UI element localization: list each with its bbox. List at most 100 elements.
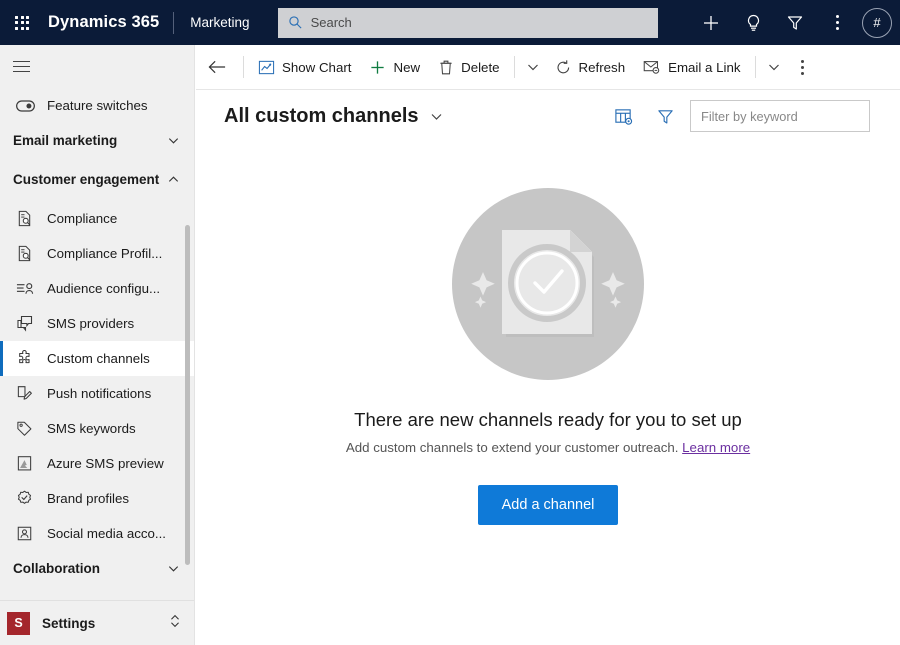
empty-state-title: There are new channels ready for you to … [354, 409, 742, 430]
app-name: Marketing [190, 15, 250, 30]
command-bar: Show Chart New Delete Refresh Email a Li… [196, 45, 900, 90]
sidebar-item-label: SMS keywords [47, 421, 136, 436]
command-button-label: Email a Link [668, 59, 741, 75]
chevron-down-icon [527, 64, 538, 71]
command-button-label: Refresh [578, 59, 626, 75]
chevron-down-icon [429, 109, 444, 124]
view-filter-button[interactable] [644, 98, 686, 134]
more-options-button[interactable] [816, 0, 858, 45]
sidebar-group-label: Email marketing [13, 132, 118, 148]
command-button-label: New [393, 59, 421, 75]
badge-check-icon [16, 490, 38, 507]
top-app-bar: Dynamics 365 Marketing Search # [0, 0, 900, 45]
keyword-filter-placeholder: Filter by keyword [701, 108, 798, 124]
new-button[interactable]: New [360, 45, 429, 89]
sidebar-item-audience-configuration[interactable]: Audience configu... [0, 271, 194, 306]
show-chart-button[interactable]: Show Chart [249, 45, 360, 89]
funnel-icon [787, 15, 803, 30]
sidebar-item-label: Compliance [47, 211, 118, 226]
hamburger-menu-icon [13, 60, 30, 73]
settings-tile-letter: S [14, 616, 23, 630]
audience-icon [16, 280, 38, 297]
sidebar-group-collaboration[interactable]: Collaboration [0, 551, 194, 585]
sidebar-item-push-notifications[interactable]: Push notifications [0, 376, 194, 411]
chart-icon [258, 59, 275, 76]
new-record-button[interactable] [690, 0, 732, 45]
sidebar-group-customer-engagement[interactable]: Customer engagement [0, 157, 194, 201]
sidebar-item-label: Compliance Profil... [47, 246, 163, 261]
page-title: All custom channels [224, 104, 419, 127]
sidebar-item-sms-keywords[interactable]: SMS keywords [0, 411, 194, 446]
sidebar-item-label: Azure SMS preview [47, 456, 164, 471]
sidebar: Feature switches Email marketing Custome… [0, 45, 195, 645]
empty-state: There are new channels ready for you to … [196, 150, 900, 620]
learn-more-link[interactable]: Learn more [682, 440, 750, 455]
refresh-button[interactable]: Refresh [546, 45, 635, 89]
sidebar-group-email-marketing[interactable]: Email marketing [0, 123, 194, 157]
sidebar-item-feature-switches[interactable]: Feature switches [0, 88, 194, 123]
azure-sms-icon [16, 455, 38, 472]
sidebar-item-label: Social media acco... [47, 526, 166, 541]
chevron-down-icon [768, 64, 779, 71]
avatar[interactable]: # [862, 7, 892, 38]
sidebar-nav: Feature switches Email marketing Custome… [0, 88, 194, 601]
search-input[interactable]: Search [277, 7, 658, 38]
keyword-filter-input[interactable]: Filter by keyword [690, 100, 870, 132]
sidebar-collapse-button[interactable] [0, 45, 194, 88]
delete-button[interactable]: Delete [429, 45, 508, 89]
puzzle-piece-icon [16, 350, 38, 367]
brand-title: Dynamics 365 [48, 13, 160, 31]
command-bar-more-button[interactable] [787, 45, 819, 89]
sidebar-item-compliance[interactable]: Compliance [0, 201, 194, 236]
edit-columns-icon [614, 108, 632, 125]
sidebar-item-label: Push notifications [47, 386, 152, 401]
chevron-down-icon [166, 562, 180, 575]
email-a-link-button[interactable]: Email a Link [634, 45, 749, 89]
command-button-label: Delete [461, 59, 500, 75]
back-button[interactable] [196, 45, 238, 89]
waffle-grid-icon [15, 15, 29, 30]
sidebar-item-azure-sms-preview[interactable]: Azure SMS preview [0, 446, 194, 481]
avatar-label: # [873, 15, 881, 30]
command-bar-divider [243, 56, 244, 78]
command-button-label: Show Chart [282, 59, 352, 75]
sidebar-item-custom-channels[interactable]: Custom channels [0, 341, 194, 376]
tag-icon [16, 420, 38, 437]
sidebar-item-brand-profiles[interactable]: Brand profiles [0, 481, 194, 516]
view-header-actions: Filter by keyword [602, 98, 870, 134]
sidebar-item-label: SMS providers [47, 316, 135, 331]
plus-green-icon [369, 59, 386, 76]
plus-icon [704, 15, 718, 30]
envelope-link-icon [643, 59, 661, 75]
funnel-icon [657, 109, 673, 124]
arrow-left-icon [208, 60, 225, 74]
social-account-icon [16, 525, 38, 542]
sidebar-item-label: Feature switches [47, 98, 148, 113]
email-overflow-chevron[interactable] [761, 45, 787, 89]
settings-label: Settings [42, 615, 96, 631]
view-selector[interactable]: All custom channels [224, 105, 444, 128]
sidebar-group-label: Collaboration [13, 560, 100, 576]
add-a-channel-button[interactable]: Add a channel [477, 485, 619, 525]
ellipsis-vertical-icon [801, 59, 805, 75]
waffle-menu-button[interactable] [0, 0, 44, 45]
empty-state-subtitle-text: Add custom channels to extend your custo… [345, 440, 679, 455]
sidebar-item-sms-providers[interactable]: SMS providers [0, 306, 194, 341]
view-header: All custom channels Filter by keyword [196, 91, 900, 141]
ellipsis-vertical-icon [835, 15, 839, 30]
delete-overflow-chevron[interactable] [520, 45, 546, 89]
document-check-sparkle-illustration [450, 186, 646, 387]
appbar-actions: # [690, 0, 900, 45]
sidebar-item-social-media-accounts[interactable]: Social media acco... [0, 516, 194, 551]
sidebar-group-label: Customer engagement [13, 171, 160, 187]
refresh-icon [555, 59, 572, 76]
ideas-button[interactable] [732, 0, 774, 45]
trash-icon [438, 59, 454, 76]
edit-columns-button[interactable] [602, 98, 644, 134]
document-search-icon [16, 245, 38, 262]
sidebar-scrollbar[interactable] [185, 225, 190, 565]
empty-state-subtitle: Add custom channels to extend your custo… [346, 440, 750, 455]
settings-area-switcher[interactable]: S Settings [0, 600, 194, 645]
sidebar-item-compliance-profiles[interactable]: Compliance Profil... [0, 236, 194, 271]
appbar-filter-button[interactable] [774, 0, 816, 45]
